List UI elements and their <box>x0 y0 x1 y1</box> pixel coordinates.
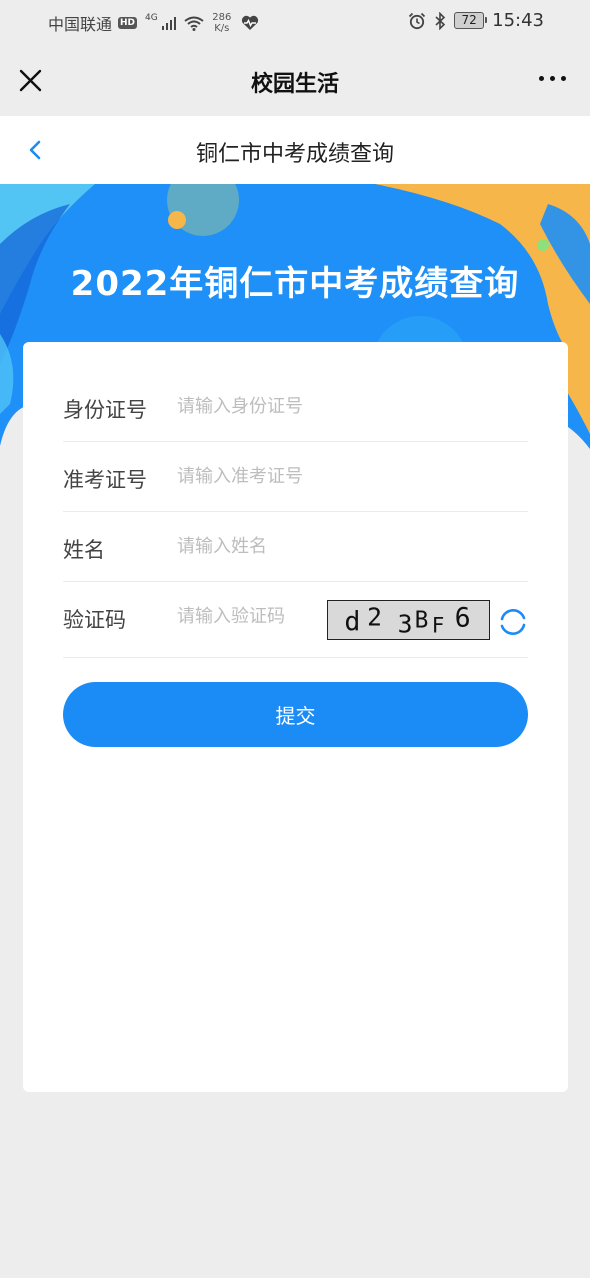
svg-text:6: 6 <box>455 603 471 634</box>
bluetooth-icon <box>435 11 446 30</box>
status-right: 72 15:43 <box>408 10 544 31</box>
status-left: 中国联通 HD 4G 286 K/s <box>48 11 259 35</box>
svg-text:d: d <box>344 606 360 637</box>
exam-number-label: 准考证号 <box>63 468 147 492</box>
name-input[interactable] <box>177 530 517 562</box>
battery-indicator: 72 <box>454 12 488 29</box>
refresh-icon[interactable] <box>497 606 529 638</box>
captcha-label: 验证码 <box>63 608 126 632</box>
submit-button[interactable]: 提交 <box>63 682 528 747</box>
clock: 15:43 <box>492 10 544 31</box>
id-number-label: 身份证号 <box>63 398 147 422</box>
captcha-input[interactable] <box>177 600 317 632</box>
captcha-image[interactable]: d 2 3 B F 6 <box>327 600 490 640</box>
banner-title: 2022年铜仁市中考成绩查询 <box>70 264 520 304</box>
speed-value: 286 <box>212 12 232 23</box>
page-title: 铜仁市中考成绩查询 <box>195 142 394 167</box>
svg-text:2: 2 <box>367 603 382 632</box>
form-row-name: 姓名 <box>63 512 528 582</box>
heart-rate-icon <box>242 15 259 30</box>
form-row-id-number: 身份证号 <box>63 372 528 442</box>
svg-text:3: 3 <box>398 609 413 638</box>
page-header: 铜仁市中考成绩查询 <box>0 116 590 184</box>
hd-badge: HD <box>118 17 138 29</box>
form-card: 身份证号 准考证号 姓名 验证码 d 2 3 B F 6 提交 <box>23 342 568 1092</box>
more-icon[interactable] <box>539 76 566 81</box>
form-row-exam-number: 准考证号 <box>63 442 528 512</box>
network-speed: 286 K/s <box>212 12 231 34</box>
name-label: 姓名 <box>63 538 105 562</box>
id-number-input[interactable] <box>177 390 517 422</box>
carrier-name: 中国联通 <box>48 15 113 34</box>
signal-icon <box>161 16 177 30</box>
svg-text:F: F <box>432 613 445 637</box>
form-row-captcha: 验证码 d 2 3 B F 6 <box>63 582 528 658</box>
speed-unit: K/s <box>214 23 230 34</box>
app-title: 校园生活 <box>250 72 339 97</box>
svg-text:B: B <box>415 608 429 634</box>
exam-number-input[interactable] <box>177 460 517 492</box>
network-type: 4G <box>145 13 158 23</box>
status-bar: 中国联通 HD 4G 286 K/s 72 15:43 <box>0 0 590 46</box>
wifi-icon <box>184 16 204 31</box>
app-nav-bar: 校园生活 <box>0 46 590 116</box>
alarm-icon <box>408 12 426 29</box>
